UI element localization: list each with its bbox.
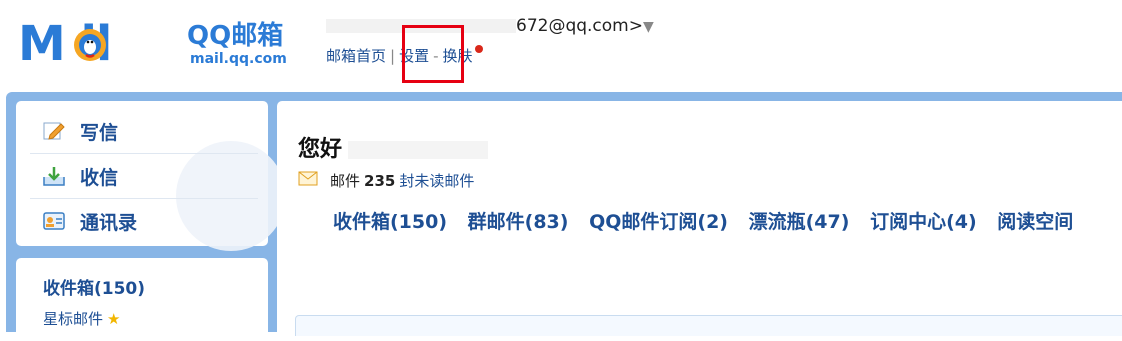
sidebar-folders-panel: 收件箱(150) 星标邮件 ★ [16, 258, 268, 338]
contact-card-icon [42, 210, 66, 232]
unread-mail-link[interactable]: 封未读邮件 [399, 170, 474, 191]
account-menu[interactable]: 672@qq.com>▼ [326, 16, 654, 36]
unread-summary: 邮件 235 封未读邮件 [298, 170, 474, 191]
quick-link-reading-space[interactable]: 阅读空间 [997, 211, 1073, 233]
qq-mail-logo[interactable]: M il QQ邮箱 mail.qq.com [18, 16, 298, 72]
receive-mail-label: 收信 [80, 166, 119, 189]
notification-dot-icon [474, 45, 483, 53]
quick-link-group-mail[interactable]: 群邮件(83) [468, 211, 569, 233]
envelope-icon [298, 171, 318, 190]
quick-link-inbox[interactable]: 收件箱(150) [333, 211, 447, 233]
unread-prefix: 邮件 [330, 172, 361, 190]
nav-divider: | [390, 47, 396, 65]
inbox-download-icon [42, 165, 66, 187]
settings-highlight-box [402, 25, 464, 83]
quick-link-subscription-center[interactable]: 订阅中心(4) [870, 211, 977, 233]
user-name-redacted [348, 141, 489, 159]
folder-starred-label: 星标邮件 [43, 310, 104, 328]
folder-inbox[interactable]: 收件箱(150) [43, 274, 145, 299]
quick-link-drift-bottle[interactable]: 漂流瓶(47) [749, 211, 850, 233]
chevron-down-icon: ▼ [643, 19, 654, 35]
write-mail-label: 写信 [80, 121, 119, 144]
receive-mail-button[interactable]: 收信 [30, 153, 258, 199]
unread-count: 235 [364, 171, 396, 190]
account-email: 672@qq.com> [516, 16, 643, 36]
folder-quick-links: 收件箱(150) 群邮件(83) QQ邮件订阅(2) 漂流瓶(47) 订阅中心(… [333, 207, 1087, 234]
contacts-label: 通讯录 [80, 211, 138, 234]
write-mail-button[interactable]: 写信 [30, 109, 258, 153]
logo-domain-text: mail.qq.com [190, 51, 287, 67]
star-icon: ★ [107, 310, 121, 328]
greeting-text: 您好 [298, 137, 343, 162]
quick-link-qq-subscription[interactable]: QQ邮件订阅(2) [589, 211, 728, 233]
sidebar-actions-panel: 写信 收信 通讯录 [16, 101, 286, 251]
logo-qq-mail-text: QQ邮箱 [187, 21, 284, 51]
greeting-heading: 您好 [298, 131, 489, 163]
welcome-panel: 您好 邮件 235 封未读邮件 收件箱(150) 群邮件(83) QQ邮件订阅(… [277, 101, 1122, 341]
nav-home-link[interactable]: 邮箱首页 [326, 47, 386, 65]
contacts-button[interactable]: 通讯录 [30, 199, 258, 243]
pencil-icon [42, 120, 66, 142]
qq-penguin-logo-icon [74, 29, 106, 61]
